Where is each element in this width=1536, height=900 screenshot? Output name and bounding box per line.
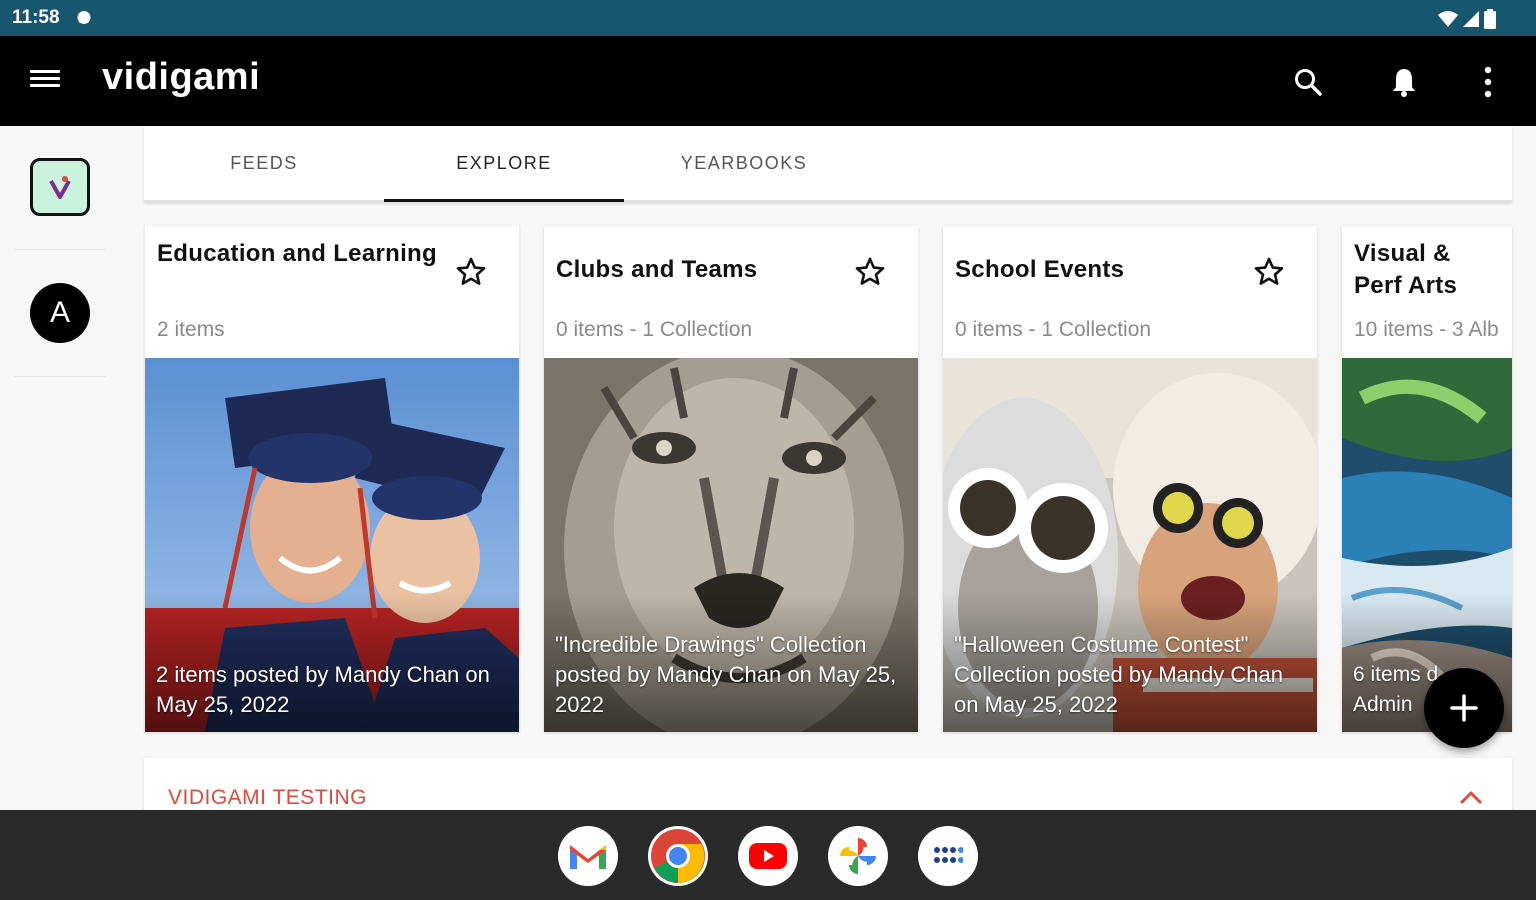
tab-yearbooks[interactable]: YEARBOOKS [624,126,864,200]
search-icon[interactable] [1288,62,1328,102]
favorite-star-icon[interactable] [1253,256,1285,288]
favorite-star-icon[interactable] [455,256,487,288]
favorite-star-icon[interactable] [854,256,886,288]
status-time: 11:58 [12,7,60,28]
avatar-letter: A [49,296,70,329]
category-card[interactable]: Clubs and Teams 0 items - 1 Collection "… [544,226,918,732]
rail-divider [14,376,106,377]
card-thumbnail[interactable]: "Halloween Costume Contest" Collection p… [943,358,1317,732]
tab-explore[interactable]: EXPLORE [384,126,624,202]
system-dock [0,810,1536,900]
category-card[interactable]: Visual & Perf Arts 10 items - 3 Alb 6 it… [1342,226,1512,732]
vidigami-community-icon[interactable] [30,158,90,216]
group-section-header[interactable]: VIDIGAMI TESTING [144,758,1512,818]
signal-icon [1463,11,1479,27]
rail-divider [14,249,106,250]
app-logo: vidigami [102,56,261,98]
more-options-icon[interactable] [1468,62,1508,102]
card-caption: "Halloween Costume Contest" Collection p… [954,632,1283,717]
card-thumbnail[interactable]: "Incredible Drawings" Collection posted … [544,358,918,732]
app-bar: vidigami [0,36,1536,126]
notifications-bell-icon[interactable] [1384,62,1424,102]
menu-icon[interactable] [30,66,66,96]
message-notification-icon [77,11,91,24]
card-title: Clubs and Teams [556,256,758,283]
card-title-line: Visual & Perf Arts [1354,240,1458,299]
app-drawer-icon[interactable] [918,826,978,886]
card-caption: "Incredible Drawings" Collection posted … [555,632,897,717]
tab-feeds[interactable]: FEEDS [144,126,384,200]
chevron-up-icon[interactable] [1460,790,1482,804]
card-item-count: 10 items - 3 Alb [1354,318,1499,341]
status-icons [1438,9,1496,29]
battery-icon [1484,9,1496,29]
card-title: Visual & Perf Arts [1354,238,1512,302]
category-card[interactable]: School Events 0 items - 1 Collection "Ha… [943,226,1317,732]
category-card[interactable]: Education and Learning 2 items 2 items p… [145,226,519,732]
google-photos-icon[interactable] [828,826,888,886]
card-item-count: 0 items - 1 Collection [556,318,753,341]
wifi-icon [1438,11,1458,27]
section-title: VIDIGAMI TESTING [168,786,367,809]
card-item-count: 2 items [157,318,225,341]
youtube-icon[interactable] [738,826,798,886]
gmail-icon[interactable] [558,826,618,886]
add-fab-button[interactable] [1424,668,1504,748]
card-item-count: 0 items - 1 Collection [955,318,1152,341]
status-bar: 11:58 [0,0,1536,36]
card-caption: 2 items posted by Mandy Chan on May 25, … [156,662,490,717]
card-thumbnail[interactable]: 2 items posted by Mandy Chan on May 25, … [145,358,519,732]
card-title: Education and Learning [157,240,437,267]
chrome-icon[interactable] [648,826,708,886]
side-rail: A [0,126,120,810]
card-title: School Events [955,256,1125,283]
plus-icon [1450,694,1478,722]
tab-bar: FEEDS EXPLORE YEARBOOKS [144,126,1512,202]
avatar[interactable]: A [30,283,90,343]
